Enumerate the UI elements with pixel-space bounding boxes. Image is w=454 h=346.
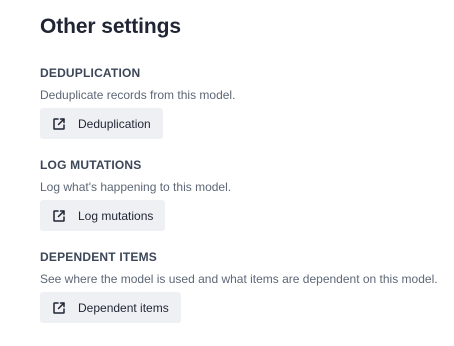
section-description: Deduplicate records from this model. xyxy=(40,88,236,102)
external-link-icon xyxy=(52,209,66,223)
button-label: Log mutations xyxy=(78,208,154,223)
deduplication-section: DEDUPLICATION Deduplicate records from t… xyxy=(40,65,235,139)
section-heading: LOG MUTATIONS xyxy=(40,158,142,172)
page-title: Other settings xyxy=(40,15,181,38)
deduplication-button[interactable]: Deduplication xyxy=(40,108,163,139)
section-heading: DEDUPLICATION xyxy=(40,66,141,80)
other-settings-panel: Other settings DEDUPLICATION Deduplicate… xyxy=(0,0,454,346)
section-heading: DEPENDENT ITEMS xyxy=(40,250,158,264)
log-mutations-button[interactable]: Log mutations xyxy=(40,200,166,231)
button-label: Dependent items xyxy=(78,300,169,315)
log-mutations-section: LOG MUTATIONS Log what's happening to th… xyxy=(40,157,231,231)
section-description: Log what's happening to this model. xyxy=(40,180,232,194)
dependent-items-button[interactable]: Dependent items xyxy=(40,292,181,323)
dependent-items-section: DEPENDENT ITEMS See where the model is u… xyxy=(40,249,438,323)
section-description: See where the model is used and what ite… xyxy=(40,272,438,286)
external-link-icon xyxy=(52,117,66,131)
button-label: Deduplication xyxy=(78,116,151,131)
external-link-icon xyxy=(52,301,66,315)
